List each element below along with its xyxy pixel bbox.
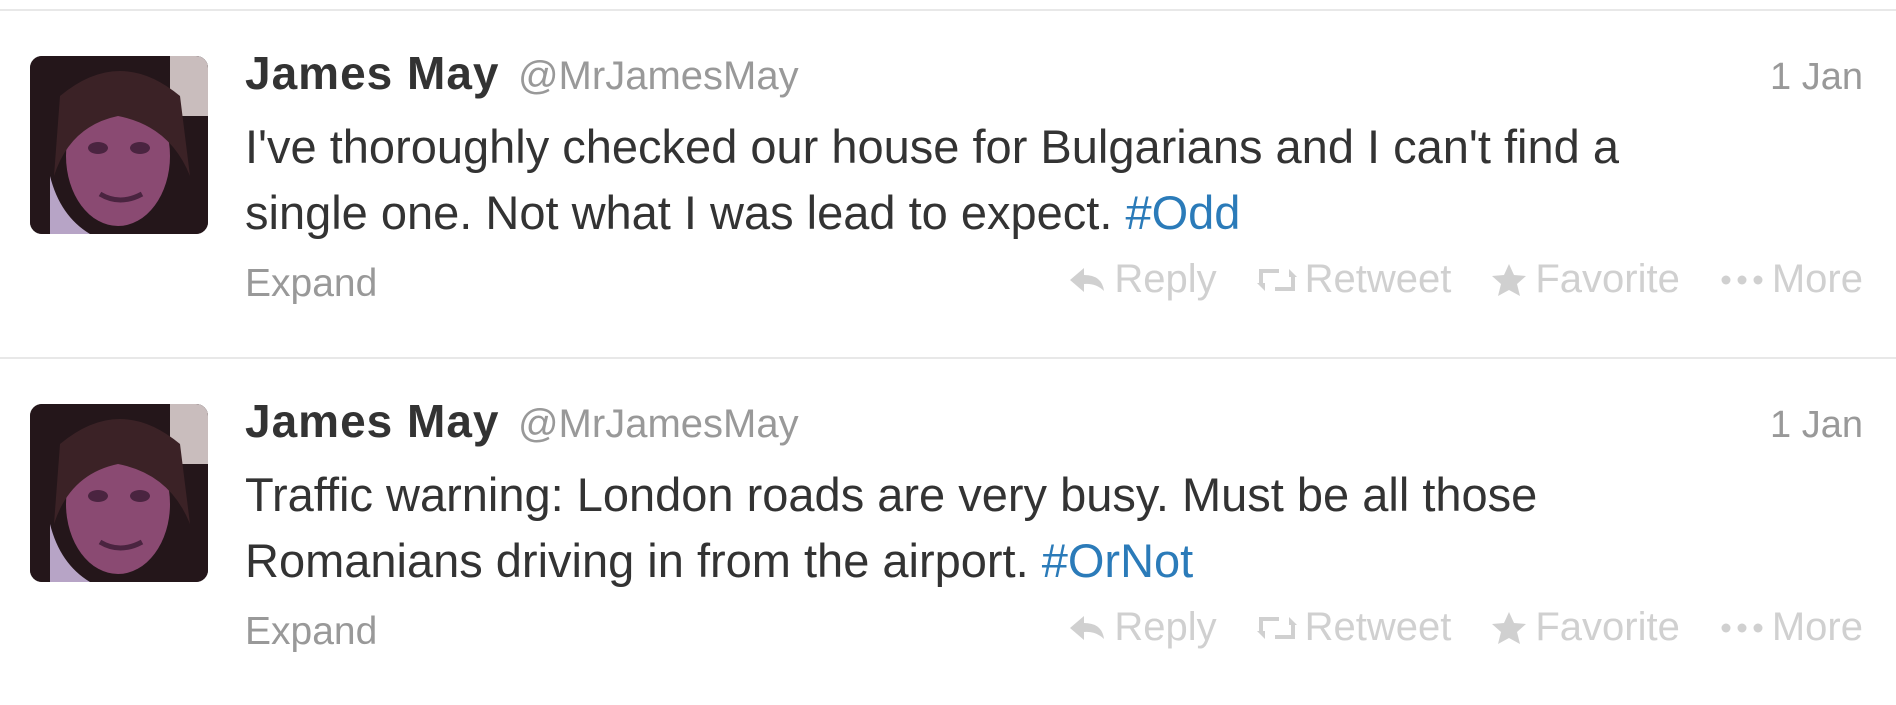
tweet-text: Traffic warning: London roads are very b… (245, 462, 1705, 594)
favorite-button[interactable]: Favorite (1491, 605, 1680, 650)
avatar[interactable] (30, 56, 208, 234)
retweet-icon (1256, 613, 1297, 643)
more-label: More (1771, 605, 1863, 649)
hashtag-link[interactable]: #OrNot (1042, 534, 1194, 587)
favorite-label: Favorite (1535, 257, 1680, 301)
favorite-button[interactable]: Favorite (1491, 257, 1680, 302)
more-button[interactable]: More (1720, 257, 1863, 302)
reply-button[interactable]: Reply (1068, 257, 1217, 302)
tweet-item[interactable]: James May @MrJamesMay 1 Jan I've thoroug… (0, 12, 1896, 359)
tweet-item[interactable]: James May @MrJamesMay 1 Jan Traffic warn… (0, 360, 1896, 705)
retweet-button[interactable]: Retweet (1256, 605, 1452, 650)
more-dots-icon (1720, 622, 1764, 634)
reply-button[interactable]: Reply (1068, 605, 1217, 650)
tweet-actions: Reply Retweet Favorite More (1068, 257, 1863, 302)
star-icon (1491, 611, 1527, 645)
tweet-body: I've thoroughly checked our house for Bu… (245, 120, 1619, 239)
reply-label: Reply (1114, 605, 1217, 649)
reply-label: Reply (1114, 257, 1217, 301)
tweet-header: James May @MrJamesMay (245, 46, 799, 100)
avatar[interactable] (30, 404, 208, 582)
author-name[interactable]: James May (245, 395, 500, 447)
retweet-label: Retweet (1304, 257, 1452, 301)
author-name[interactable]: James May (245, 47, 500, 99)
author-handle[interactable]: @MrJamesMay (518, 402, 799, 446)
more-label: More (1771, 257, 1863, 301)
expand-link[interactable]: Expand (245, 262, 377, 306)
retweet-label: Retweet (1304, 605, 1452, 649)
more-button[interactable]: More (1720, 605, 1863, 650)
author-handle[interactable]: @MrJamesMay (518, 54, 799, 98)
tweet-text: I've thoroughly checked our house for Bu… (245, 114, 1705, 246)
reply-arrow-icon (1068, 265, 1106, 295)
retweet-button[interactable]: Retweet (1256, 257, 1452, 302)
expand-link[interactable]: Expand (245, 610, 377, 654)
retweet-icon (1256, 265, 1297, 295)
star-icon (1491, 263, 1527, 297)
more-dots-icon (1720, 274, 1764, 286)
tweet-actions: Reply Retweet Favorite More (1068, 605, 1863, 650)
reply-arrow-icon (1068, 613, 1106, 643)
hashtag-link[interactable]: #Odd (1125, 186, 1240, 239)
favorite-label: Favorite (1535, 605, 1680, 649)
timeline-top-border (0, 9, 1896, 11)
tweet-header: James May @MrJamesMay (245, 394, 799, 448)
tweet-timestamp[interactable]: 1 Jan (1770, 404, 1863, 447)
tweet-body: Traffic warning: London roads are very b… (245, 468, 1538, 587)
tweet-timestamp[interactable]: 1 Jan (1770, 56, 1863, 99)
